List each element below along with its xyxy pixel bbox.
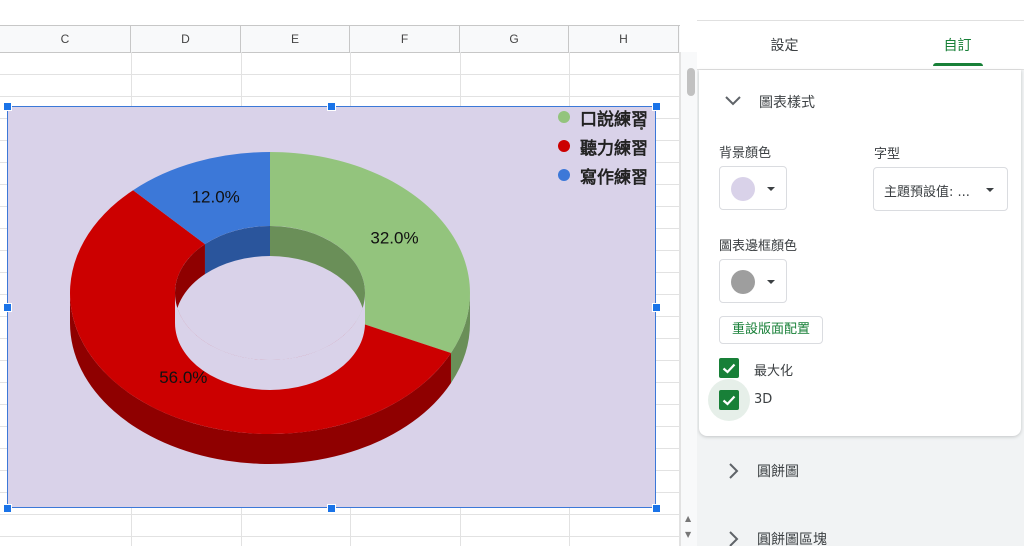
column-header-c[interactable]: C <box>0 26 131 52</box>
column-header-e[interactable]: E <box>241 26 350 52</box>
resize-handle-top[interactable] <box>327 102 336 111</box>
column-header-d[interactable]: D <box>131 26 241 52</box>
legend-label: 寫作練習 <box>580 167 648 188</box>
reset-layout-button[interactable]: 重設版面配置 <box>719 316 824 344</box>
grid-row-line <box>0 536 680 537</box>
dropdown-arrow-icon <box>986 188 994 192</box>
column-header-h[interactable]: H <box>569 26 679 52</box>
chart-style-title: 圖表樣式 <box>759 95 815 111</box>
legend-swatch <box>558 111 570 123</box>
resize-handle-right[interactable] <box>652 303 661 312</box>
column-header-g[interactable]: G <box>460 26 569 52</box>
tab-customize[interactable]: 自訂 <box>910 21 1005 69</box>
tab-setup[interactable]: 設定 <box>737 21 832 69</box>
border-color-label: 圖表邊框顏色 <box>719 239 798 254</box>
scrollbar-thumb[interactable] <box>687 68 695 96</box>
check-icon <box>722 363 736 374</box>
grid-row-line <box>0 96 680 97</box>
legend-label: 口說練習 <box>580 109 648 130</box>
resize-handle-bottom-left[interactable] <box>3 504 12 513</box>
resize-handle-left[interactable] <box>3 303 12 312</box>
resize-handle-top-left[interactable] <box>3 102 12 111</box>
chevron-down-icon <box>725 96 741 106</box>
dropdown-arrow-icon <box>767 280 775 284</box>
chart-style-section: 圖表樣式 背景顏色 字型 主題預設值: ... 圖表邊框顏色 重設版面配置 最大… <box>699 70 1021 436</box>
background-color-label: 背景顏色 <box>719 146 772 161</box>
font-select[interactable]: 主題預設值: ... <box>873 167 1008 211</box>
slice-data-label: 32.0% <box>370 228 418 247</box>
slice-data-label: 12.0% <box>192 187 240 206</box>
chart-style-header[interactable]: 圖表樣式 <box>699 70 1021 132</box>
legend-item[interactable]: 聽力練習 <box>558 134 648 159</box>
slice-data-label: 56.0% <box>159 368 207 387</box>
pie-slice-section[interactable]: 圓餅圖區塊 <box>697 515 1024 546</box>
resize-handle-bottom[interactable] <box>327 504 336 513</box>
font-label: 字型 <box>874 147 901 162</box>
resize-handle-bottom-right[interactable] <box>652 504 661 513</box>
column-header-f[interactable]: F <box>350 26 460 52</box>
maximize-checkbox[interactable] <box>719 358 739 378</box>
border-color-picker[interactable] <box>719 259 787 303</box>
check-icon <box>722 395 736 406</box>
legend-label: 聽力練習 <box>580 138 648 159</box>
donut-chart[interactable]: 32.0% 56.0% 12.0% 口說練習聽力練習寫作練習 <box>7 106 656 508</box>
legend-drag-dot <box>640 127 643 130</box>
active-tab-indicator <box>933 63 983 66</box>
panel-header <box>697 0 1024 21</box>
font-select-value: 主題預設值: ... <box>884 185 970 200</box>
vertical-scrollbar[interactable]: ▲ ▼ <box>680 52 697 546</box>
pie-slice-section-title: 圓餅圖區塊 <box>757 532 827 546</box>
dropdown-arrow-icon <box>767 187 775 191</box>
pie-chart-section[interactable]: 圓餅圖 <box>697 447 1024 495</box>
toolbar-strip <box>0 0 680 26</box>
column-header-row: C D E F G H <box>0 26 680 53</box>
grid-row-line <box>0 74 680 75</box>
scroll-up-arrow-icon[interactable]: ▲ <box>685 514 691 523</box>
editor-tabs: 設定 自訂 <box>697 21 1024 70</box>
background-color-picker[interactable] <box>719 166 787 210</box>
scroll-down-arrow-icon[interactable]: ▼ <box>685 530 691 539</box>
legend-item[interactable]: 寫作練習 <box>558 163 648 188</box>
legend-swatch <box>558 140 570 152</box>
chevron-right-icon <box>729 463 739 479</box>
resize-handle-top-right[interactable] <box>652 102 661 111</box>
three-d-label: 3D <box>754 392 773 407</box>
border-color-swatch <box>731 270 755 294</box>
maximize-label: 最大化 <box>754 364 794 379</box>
three-d-checkbox[interactable] <box>719 390 739 410</box>
legend-item[interactable]: 口說練習 <box>558 105 648 130</box>
legend-swatch <box>558 169 570 181</box>
spreadsheet: C D E F G H ▲ ▼ 32.0% 56.0% 12.0% 口說練習聽力練習… <box>0 0 697 546</box>
background-color-swatch <box>731 177 755 201</box>
chart-editor-panel: 設定 自訂 圖表樣式 背景顏色 字型 主題預設值: ... 圖表邊框顏色 重設版… <box>697 0 1024 546</box>
pie-chart-section-title: 圓餅圖 <box>757 464 799 480</box>
grid-row-line <box>0 514 680 515</box>
chevron-right-icon <box>729 531 739 546</box>
